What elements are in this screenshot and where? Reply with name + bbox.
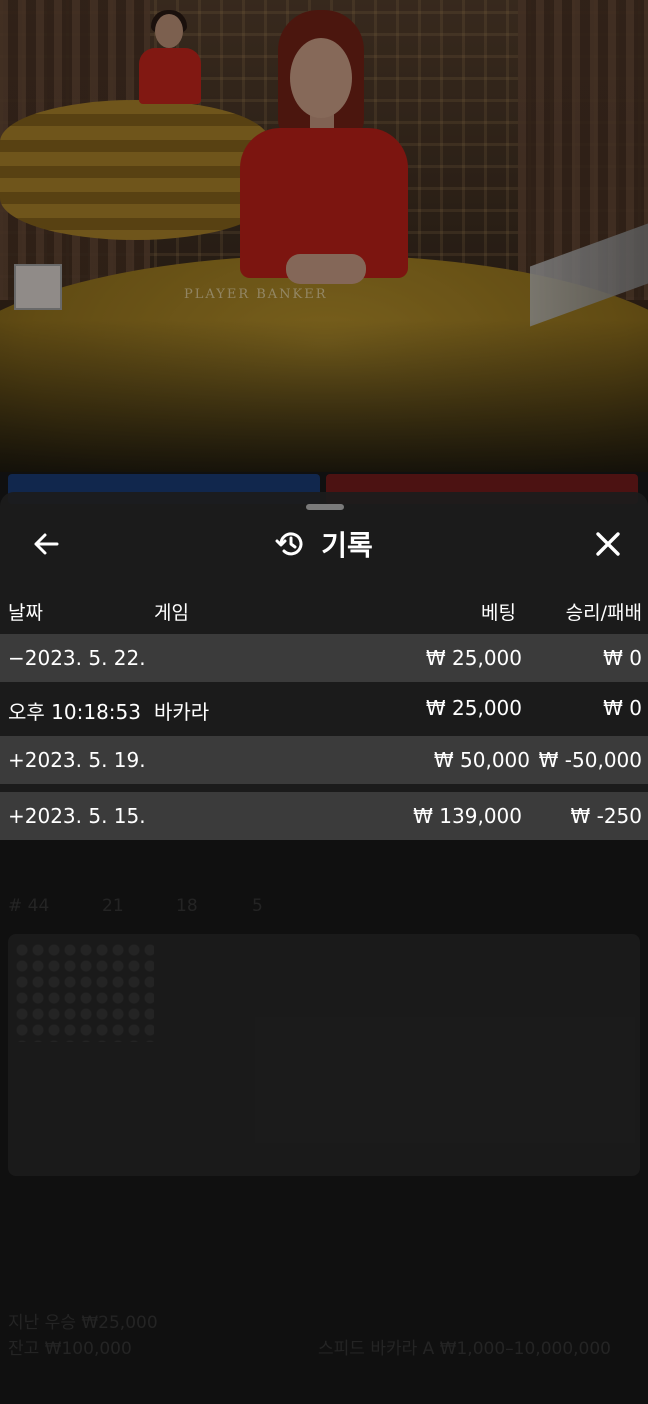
- row-result: ₩ -250: [570, 804, 642, 828]
- row-date: −2023. 5. 22.: [8, 646, 146, 670]
- close-button[interactable]: [584, 520, 632, 568]
- sheet-title-group: 기록: [0, 520, 648, 568]
- column-bet: 베팅: [481, 602, 516, 624]
- row-time: 오후 10:18:53: [8, 700, 141, 724]
- row-date: +2023. 5. 19.: [8, 748, 146, 772]
- history-row-date-group[interactable]: −2023. 5. 22. ₩ 25,000 ₩ 0: [0, 634, 648, 682]
- arrow-left-icon: [34, 533, 59, 555]
- row-bet: ₩ 25,000: [425, 646, 522, 670]
- history-row-date-group[interactable]: +2023. 5. 15. ₩ 139,000 ₩ -250: [0, 792, 648, 840]
- sheet-title: 기록: [321, 529, 373, 562]
- history-column-headers: 날짜 게임 베팅 승리/패배: [0, 592, 648, 628]
- sheet-header: 기록: [0, 520, 648, 568]
- column-game: 게임: [154, 602, 189, 624]
- drag-handle[interactable]: [306, 504, 344, 510]
- row-bet: ₩ 50,000: [433, 748, 530, 772]
- close-icon: [596, 532, 620, 556]
- row-game: 바카라: [154, 700, 210, 724]
- back-button[interactable]: [22, 520, 70, 568]
- history-row-detail[interactable]: 오후 10:18:53 바카라 ₩ 25,000 ₩ 0: [0, 684, 648, 732]
- row-result: ₩ 0: [603, 646, 642, 670]
- history-sheet: 기록 날짜 게임 베팅 승리/패배 −2023. 5. 22. ₩ 25,000…: [0, 492, 648, 840]
- column-result: 승리/패배: [565, 602, 642, 624]
- history-row-date-group[interactable]: +2023. 5. 19. ₩ 50,000 ₩ -50,000: [0, 736, 648, 784]
- row-date: +2023. 5. 15.: [8, 804, 146, 828]
- row-bet: ₩ 25,000: [425, 696, 522, 720]
- row-result: ₩ -50,000: [538, 748, 642, 772]
- column-date: 날짜: [8, 602, 43, 624]
- row-result: ₩ 0: [603, 696, 642, 720]
- row-bet: ₩ 139,000: [413, 804, 522, 828]
- history-icon: [275, 532, 303, 556]
